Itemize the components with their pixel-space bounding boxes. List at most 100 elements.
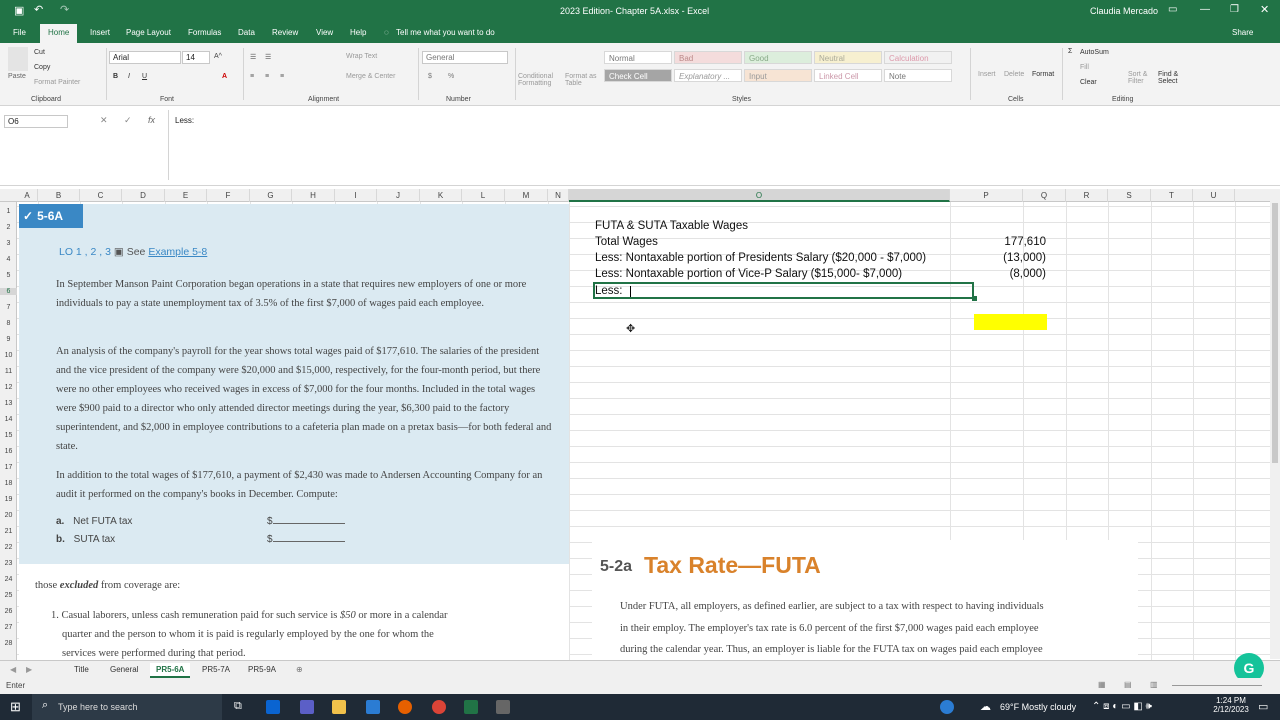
- column-header-t[interactable]: T: [1151, 189, 1193, 202]
- app-taskbar-icon[interactable]: [496, 700, 510, 714]
- copy-button[interactable]: Copy: [34, 64, 50, 71]
- sheet-tab-pr5-9a[interactable]: PR5-9A: [242, 663, 282, 676]
- format-cells-button[interactable]: Format: [1032, 71, 1054, 78]
- row-header-20[interactable]: 20: [0, 512, 17, 519]
- row-header-15[interactable]: 15: [0, 432, 17, 439]
- merge-center-button[interactable]: Merge & Center: [346, 73, 395, 80]
- page-layout-view-icon[interactable]: ▤: [1124, 680, 1132, 689]
- tab-home[interactable]: Home: [40, 24, 78, 43]
- share-button[interactable]: Share: [1232, 28, 1253, 37]
- font-size-select[interactable]: 14: [182, 51, 210, 64]
- find-select-button[interactable]: Find & Select: [1158, 71, 1188, 85]
- column-header-o[interactable]: O: [569, 189, 950, 202]
- vertical-scrollbar[interactable]: [1270, 189, 1280, 659]
- page-break-view-icon[interactable]: ▥: [1150, 680, 1158, 689]
- task-view-icon[interactable]: ⧉: [234, 700, 242, 713]
- row-header-21[interactable]: 21: [0, 528, 17, 535]
- style-input[interactable]: Input: [744, 69, 812, 82]
- row-header-25[interactable]: 25: [0, 592, 17, 599]
- font-color-icon[interactable]: A: [222, 73, 227, 80]
- normal-view-icon[interactable]: ▦: [1098, 680, 1106, 689]
- row-header-1[interactable]: 1: [0, 208, 17, 215]
- sheet-tab-pr5-6a[interactable]: PR5-6A: [150, 663, 191, 678]
- paste-button[interactable]: Paste: [8, 73, 26, 80]
- redo-icon[interactable]: ↷: [60, 3, 69, 16]
- confirm-entry-icon[interactable]: ✓: [124, 115, 132, 126]
- row-header-17[interactable]: 17: [0, 464, 17, 471]
- notifications-icon[interactable]: ▭: [1258, 700, 1268, 713]
- style-bad[interactable]: Bad: [674, 51, 742, 64]
- cell-p4[interactable]: (13,000): [975, 252, 1046, 264]
- style-explanatory[interactable]: Explanatory ...: [674, 69, 742, 82]
- sheet-tab-pr5-7a[interactable]: PR5-7A: [196, 663, 236, 676]
- ribbon-display-icon[interactable]: ▭: [1168, 4, 1177, 15]
- file-explorer-icon[interactable]: [332, 700, 346, 714]
- column-header-c[interactable]: C: [80, 189, 122, 202]
- cancel-entry-icon[interactable]: ✕: [100, 115, 108, 126]
- align-center-icon[interactable]: ≡: [265, 73, 269, 80]
- insert-cells-button[interactable]: Insert: [978, 71, 996, 78]
- excel-taskbar-icon[interactable]: [464, 700, 478, 714]
- save-icon[interactable]: ▣: [14, 4, 24, 17]
- row-header-16[interactable]: 16: [0, 448, 17, 455]
- currency-icon[interactable]: $: [428, 73, 432, 80]
- row-header-26[interactable]: 26: [0, 608, 17, 615]
- close-icon[interactable]: ✕: [1260, 3, 1269, 16]
- clear-button[interactable]: Clear: [1080, 79, 1097, 86]
- column-header-u[interactable]: U: [1193, 189, 1235, 202]
- calculator-icon[interactable]: [366, 700, 380, 714]
- row-header-6[interactable]: 6: [0, 288, 17, 295]
- align-left-icon[interactable]: ≡: [250, 73, 254, 80]
- align-middle-icon[interactable]: ☰: [265, 53, 271, 61]
- name-box[interactable]: O6: [4, 115, 68, 128]
- user-name[interactable]: Claudia Mercado: [1090, 6, 1158, 16]
- delete-cells-button[interactable]: Delete: [1004, 71, 1024, 78]
- cell-o6[interactable]: Less:: [595, 285, 623, 297]
- underline-button[interactable]: U: [142, 73, 147, 80]
- column-header-n[interactable]: N: [548, 189, 569, 202]
- row-header-11[interactable]: 11: [0, 368, 17, 375]
- number-format-select[interactable]: General: [422, 51, 508, 64]
- row-header-13[interactable]: 13: [0, 400, 17, 407]
- row-header-19[interactable]: 19: [0, 496, 17, 503]
- column-header-f[interactable]: F: [207, 189, 250, 202]
- percent-icon[interactable]: %: [448, 73, 454, 80]
- row-header-14[interactable]: 14: [0, 416, 17, 423]
- taskbar-clock[interactable]: 1:24 PM 2/12/2023: [1208, 696, 1254, 714]
- cell-o3[interactable]: Total Wages: [595, 236, 658, 248]
- zoom-slider[interactable]: [1172, 685, 1262, 686]
- teams-icon[interactable]: [300, 700, 314, 714]
- row-header-28[interactable]: 28: [0, 640, 17, 647]
- style-calculation[interactable]: Calculation: [884, 51, 952, 64]
- column-header-j[interactable]: J: [377, 189, 420, 202]
- align-top-icon[interactable]: ☰: [250, 53, 256, 61]
- sheet-tab-title[interactable]: Title: [68, 663, 95, 676]
- paste-icon[interactable]: [8, 47, 28, 71]
- row-header-12[interactable]: 12: [0, 384, 17, 391]
- add-sheet-icon[interactable]: ⊕: [290, 663, 309, 676]
- style-normal[interactable]: Normal: [604, 51, 672, 64]
- row-header-24[interactable]: 24: [0, 576, 17, 583]
- grow-font-icon[interactable]: A^: [214, 53, 222, 60]
- tab-page-layout[interactable]: Page Layout: [126, 28, 171, 37]
- firefox-icon[interactable]: [398, 700, 412, 714]
- bold-button[interactable]: B: [113, 73, 118, 80]
- row-header-5[interactable]: 5: [0, 272, 17, 279]
- windows-start-icon[interactable]: ⊞: [10, 699, 21, 715]
- column-header-p[interactable]: P: [950, 189, 1023, 202]
- row-header-23[interactable]: 23: [0, 560, 17, 567]
- align-right-icon[interactable]: ≡: [280, 73, 284, 80]
- italic-button[interactable]: I: [128, 73, 130, 80]
- style-good[interactable]: Good: [744, 51, 812, 64]
- example-link[interactable]: Example 5-8: [148, 246, 207, 258]
- style-neutral[interactable]: Neutral: [814, 51, 882, 64]
- row-header-2[interactable]: 2: [0, 224, 17, 231]
- row-header-10[interactable]: 10: [0, 352, 17, 359]
- column-header-a[interactable]: A: [17, 189, 38, 202]
- style-note[interactable]: Note: [884, 69, 952, 82]
- column-header-k[interactable]: K: [420, 189, 462, 202]
- cell-o2-heading[interactable]: FUTA & SUTA Taxable Wages: [595, 220, 748, 232]
- format-painter-button[interactable]: Format Painter: [34, 79, 80, 86]
- autosum-button[interactable]: AutoSum: [1080, 49, 1109, 56]
- tab-file[interactable]: File: [13, 28, 26, 37]
